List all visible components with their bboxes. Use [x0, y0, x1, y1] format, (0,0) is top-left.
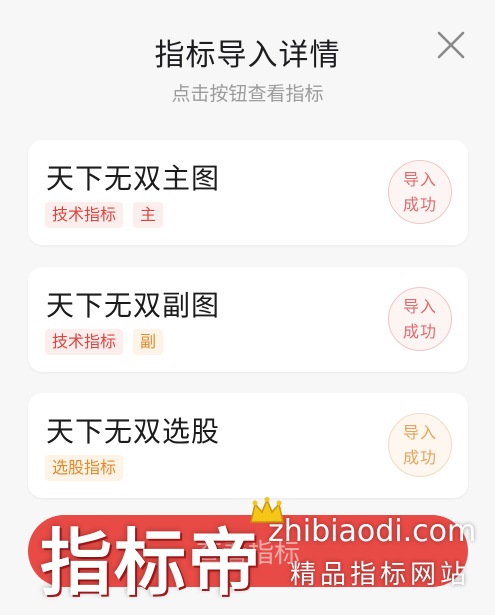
status-line: 成功	[402, 322, 437, 341]
import-status-badge: 导入 成功	[388, 413, 452, 477]
status-line: 成功	[402, 448, 437, 467]
import-details-dialog: 指标导入详情 点击按钮查看指标 天下无双主图 技术指标 主 导入 成功 天下无双…	[0, 0, 495, 615]
indicator-name: 天下无双选股	[46, 415, 221, 448]
view-indicators-label: 查看指标	[195, 538, 300, 569]
indicator-name: 天下无双副图	[46, 289, 221, 322]
view-indicators-button[interactable]: 查看指标	[28, 515, 468, 587]
indicator-card[interactable]: 天下无双选股 选股指标 导入 成功	[28, 393, 468, 498]
indicator-tag: 主	[133, 202, 164, 228]
status-line: 导入	[402, 423, 437, 442]
import-status-badge: 导入 成功	[388, 287, 452, 351]
dialog-title: 指标导入详情	[154, 38, 341, 73]
indicator-tags: 技术指标 副	[45, 329, 164, 355]
dialog-subtitle: 点击按钮查看指标	[171, 83, 324, 105]
indicator-tags: 技术指标 主	[45, 202, 164, 228]
indicator-card[interactable]: 天下无双主图 技术指标 主 导入 成功	[28, 140, 468, 245]
indicator-tag: 副	[133, 329, 164, 355]
import-status-badge: 导入 成功	[388, 160, 452, 224]
indicator-card[interactable]: 天下无双副图 技术指标 副 导入 成功	[28, 267, 468, 372]
indicator-tag: 选股指标	[45, 455, 124, 481]
close-icon[interactable]	[432, 26, 470, 64]
indicator-tag: 技术指标	[45, 202, 124, 228]
indicator-name: 天下无双主图	[46, 162, 221, 195]
indicator-tags: 选股指标	[45, 455, 124, 481]
status-line: 导入	[402, 297, 437, 316]
status-line: 导入	[402, 170, 437, 189]
indicator-tag: 技术指标	[45, 329, 124, 355]
status-line: 成功	[402, 195, 437, 214]
